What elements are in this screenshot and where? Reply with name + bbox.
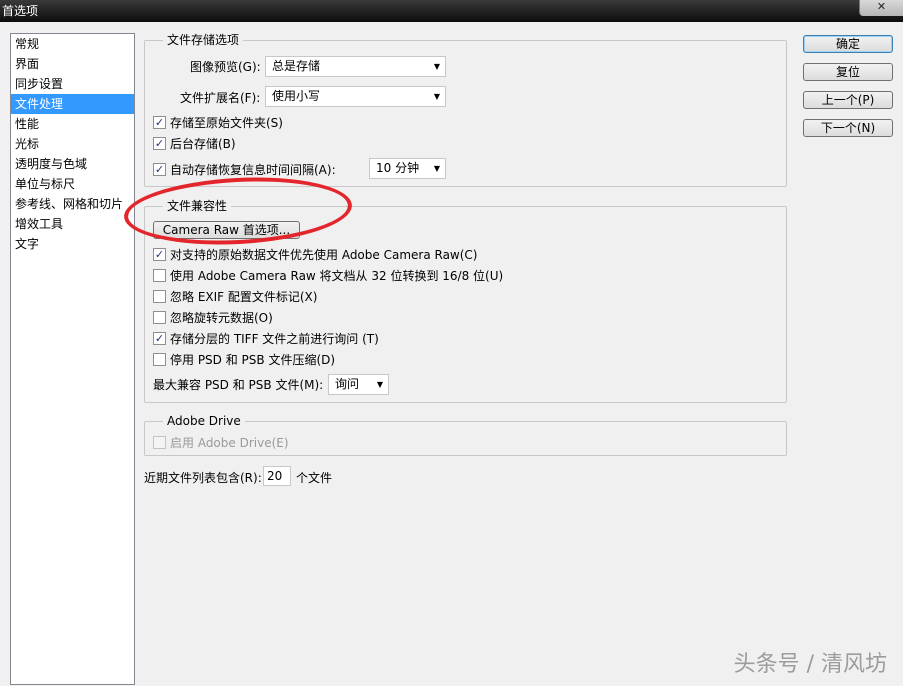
checkbox-checked-icon: ✓ — [153, 248, 166, 261]
auto-save-label: 自动存储恢复信息时间间隔(A): — [170, 163, 336, 177]
file-extension-label: 文件扩展名(F): — [180, 91, 261, 105]
checkbox-checked-icon: ✓ — [153, 137, 166, 150]
enable-adobe-drive-label: 启用 Adobe Drive(E) — [170, 436, 289, 450]
auto-save-interval-value: 10 分钟 — [376, 161, 420, 175]
previous-button[interactable]: 上一个(P) — [803, 91, 893, 109]
prefer-camera-raw-checkbox[interactable]: ✓ 对支持的原始数据文件优先使用 Adobe Camera Raw(C) — [153, 246, 477, 263]
ignore-exif-checkbox[interactable]: 忽略 EXIF 配置文件标记(X) — [153, 288, 317, 305]
sidebar-item-transparency-gamut[interactable]: 透明度与色域 — [11, 154, 134, 174]
prefer-camera-raw-label: 对支持的原始数据文件优先使用 Adobe Camera Raw(C) — [170, 248, 478, 262]
title-bar: 首选项 ✕ — [0, 0, 903, 22]
category-list: 常规 界面 同步设置 文件处理 性能 光标 透明度与色域 单位与标尺 参考线、网… — [10, 33, 135, 685]
checkbox-checked-icon: ✓ — [153, 116, 166, 129]
next-button[interactable]: 下一个(N) — [803, 119, 893, 137]
max-compat-value: 询问 — [335, 377, 360, 391]
chevron-down-icon: ▼ — [433, 62, 440, 71]
sidebar-item-general[interactable]: 常规 — [11, 34, 134, 54]
ignore-rotation-checkbox[interactable]: 忽略旋转元数据(O) — [153, 309, 273, 326]
ignore-rotation-label: 忽略旋转元数据(O) — [170, 311, 273, 325]
chevron-down-icon: ▼ — [376, 380, 383, 389]
recent-files-label: 近期文件列表包含(R): — [144, 471, 262, 485]
save-to-original-folder-label: 存储至原始文件夹(S) — [170, 116, 283, 130]
file-save-options-legend: 文件存储选项 — [163, 33, 244, 47]
sidebar-item-units-rulers[interactable]: 单位与标尺 — [11, 174, 134, 194]
sidebar-item-guides-grid-slices[interactable]: 参考线、网格和切片 — [11, 194, 134, 214]
ask-layered-tiff-checkbox[interactable]: ✓ 存储分层的 TIFF 文件之前进行询问 (T) — [153, 330, 379, 347]
convert-32bit-label: 使用 Adobe Camera Raw 将文档从 32 位转换到 16/8 位(… — [170, 269, 504, 283]
background-save-checkbox[interactable]: ✓ 后台存储(B) — [153, 135, 236, 152]
sidebar-item-performance[interactable]: 性能 — [11, 114, 134, 134]
save-to-original-folder-checkbox[interactable]: ✓ 存储至原始文件夹(S) — [153, 114, 283, 131]
adobe-drive-legend: Adobe Drive — [163, 414, 245, 428]
chevron-down-icon: ▼ — [433, 164, 440, 173]
image-preview-select[interactable]: 总是存储 ▼ — [265, 56, 446, 77]
image-preview-value: 总是存储 — [272, 59, 321, 73]
ok-button[interactable]: 确定 — [803, 35, 893, 53]
sidebar-item-sync-settings[interactable]: 同步设置 — [11, 74, 134, 94]
background-save-label: 后台存储(B) — [170, 137, 236, 151]
ignore-exif-label: 忽略 EXIF 配置文件标记(X) — [170, 290, 318, 304]
sidebar-item-file-handling[interactable]: 文件处理 — [11, 94, 134, 114]
sidebar-item-plugins[interactable]: 增效工具 — [11, 214, 134, 234]
image-preview-label: 图像预览(G): — [190, 60, 261, 74]
checkbox-unchecked-icon — [153, 269, 166, 282]
sidebar-item-type[interactable]: 文字 — [11, 234, 134, 254]
checkbox-unchecked-icon — [153, 353, 166, 366]
watermark-text: 头条号 / 清风坊 — [733, 652, 887, 677]
checkbox-disabled-icon — [153, 436, 166, 449]
sidebar-item-interface[interactable]: 界面 — [11, 54, 134, 74]
max-compat-label: 最大兼容 PSD 和 PSB 文件(M): — [153, 378, 324, 392]
max-compat-select[interactable]: 询问 ▼ — [328, 374, 389, 395]
window-title: 首选项 — [2, 4, 39, 18]
auto-save-interval-select[interactable]: 10 分钟 ▼ — [369, 158, 446, 179]
checkbox-unchecked-icon — [153, 311, 166, 324]
checkbox-unchecked-icon — [153, 290, 166, 303]
reset-button[interactable]: 复位 — [803, 63, 893, 81]
auto-save-checkbox[interactable]: ✓ 自动存储恢复信息时间间隔(A): — [153, 161, 336, 178]
disable-psd-compression-label: 停用 PSD 和 PSB 文件压缩(D) — [170, 353, 336, 367]
disable-psd-compression-checkbox[interactable]: 停用 PSD 和 PSB 文件压缩(D) — [153, 351, 335, 368]
convert-32bit-checkbox[interactable]: 使用 Adobe Camera Raw 将文档从 32 位转换到 16/8 位(… — [153, 267, 503, 284]
file-extension-select[interactable]: 使用小写 ▼ — [265, 86, 446, 107]
enable-adobe-drive-checkbox[interactable]: 启用 Adobe Drive(E) — [153, 434, 289, 451]
recent-files-suffix: 个文件 — [296, 471, 333, 485]
sidebar-item-cursors[interactable]: 光标 — [11, 134, 134, 154]
recent-files-count-input[interactable]: 20 — [263, 466, 291, 486]
chevron-down-icon: ▼ — [433, 92, 440, 101]
ask-layered-tiff-label: 存储分层的 TIFF 文件之前进行询问 (T) — [170, 332, 379, 346]
close-button[interactable]: ✕ — [859, 0, 903, 16]
file-extension-value: 使用小写 — [272, 89, 321, 103]
checkbox-checked-icon: ✓ — [153, 332, 166, 345]
checkbox-checked-icon: ✓ — [153, 163, 166, 176]
